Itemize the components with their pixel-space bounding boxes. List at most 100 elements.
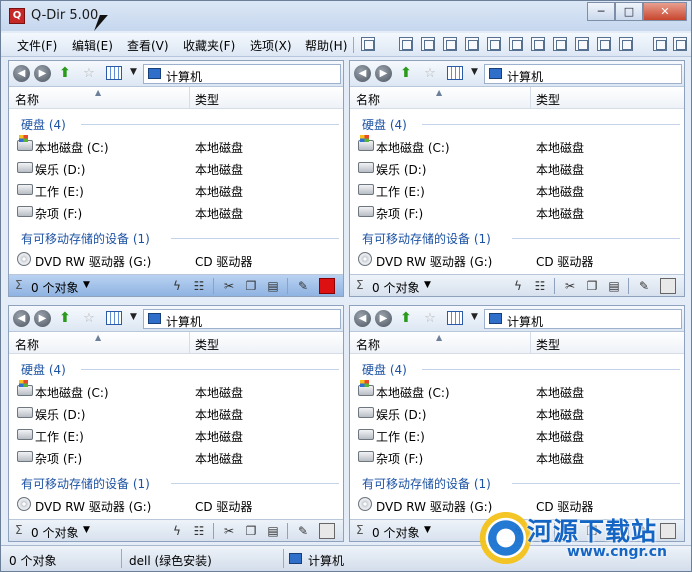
qdir-app-icon[interactable]: Q — [9, 8, 25, 24]
menu-help[interactable]: 帮助(H) — [305, 37, 347, 54]
group-header-removable[interactable]: 有可移动存储的设备 (1) — [21, 475, 150, 492]
up-folder-icon[interactable]: ⬆ — [57, 65, 73, 82]
column-type-header[interactable]: 类型 — [536, 91, 560, 108]
view-mode-icon[interactable] — [106, 311, 122, 325]
group-header-hard-disks[interactable]: 硬盘 (4) — [21, 116, 66, 133]
count-dropdown-icon[interactable]: ▼ — [424, 280, 431, 290]
title-bar[interactable]: Q Q-Dir 5.00 ─ □ ✕ — [1, 1, 691, 31]
list-item[interactable]: 工作 (E:) 本地磁盘 — [350, 424, 684, 446]
pane-color-icon[interactable] — [319, 523, 335, 539]
count-dropdown-icon[interactable]: ▼ — [83, 525, 90, 535]
up-folder-icon[interactable]: ⬆ — [57, 310, 73, 327]
explorer-pane-top-left[interactable]: ◀ ▶ ⬆ ☆ ▼ 计算机 名称 ▲ 类型 硬盘 (4) 本地磁盘 (C:) 本地… — [8, 60, 344, 297]
paste-icon[interactable]: ▤ — [265, 278, 281, 294]
view-mode-icon[interactable] — [447, 66, 463, 80]
properties-icon[interactable]: ☷ — [191, 278, 207, 294]
list-item[interactable]: 工作 (E:) 本地磁盘 — [9, 179, 343, 201]
back-arrow-icon[interactable]: ◀ — [354, 310, 371, 327]
list-item[interactable]: 本地磁盘 (C:) 本地磁盘 — [350, 380, 684, 402]
menu-favorites[interactable]: 收藏夹(F) — [183, 37, 235, 54]
address-bar[interactable]: 计算机 — [143, 64, 341, 84]
column-name-header[interactable]: 名称 — [15, 91, 39, 108]
properties-icon[interactable]: ☷ — [532, 278, 548, 294]
layout-12-icon[interactable] — [653, 37, 667, 51]
forward-arrow-icon[interactable]: ▶ — [34, 310, 51, 327]
copy-icon[interactable]: ❐ — [243, 523, 259, 539]
list-item[interactable]: 本地磁盘 (C:) 本地磁盘 — [9, 380, 343, 402]
group-header-removable[interactable]: 有可移动存储的设备 (1) — [21, 230, 150, 247]
group-header-hard-disks[interactable]: 硬盘 (4) — [362, 361, 407, 378]
pencil-icon[interactable]: ✎ — [636, 278, 652, 294]
close-button[interactable]: ✕ — [643, 2, 687, 21]
column-name-header[interactable]: 名称 — [356, 91, 380, 108]
list-item[interactable]: 杂项 (F:) 本地磁盘 — [9, 201, 343, 223]
count-dropdown-icon[interactable]: ▼ — [83, 280, 90, 290]
view-dropdown-icon[interactable]: ▼ — [130, 67, 137, 77]
favorites-icon[interactable]: ☆ — [422, 65, 438, 82]
list-item[interactable]: 娱乐 (D:) 本地磁盘 — [9, 157, 343, 179]
group-header-removable[interactable]: 有可移动存储的设备 (1) — [362, 475, 491, 492]
list-item[interactable]: 娱乐 (D:) 本地磁盘 — [350, 157, 684, 179]
lightning-icon[interactable]: ϟ — [510, 278, 526, 294]
address-bar[interactable]: 计算机 — [484, 64, 682, 84]
layout-4-icon[interactable] — [465, 37, 479, 51]
list-item[interactable]: 杂项 (F:) 本地磁盘 — [350, 446, 684, 468]
view-dropdown-icon[interactable]: ▼ — [130, 312, 137, 322]
paste-icon[interactable]: ▤ — [606, 278, 622, 294]
column-type-header[interactable]: 类型 — [536, 336, 560, 353]
paste-icon[interactable]: ▤ — [265, 523, 281, 539]
cut-icon[interactable]: ✂ — [221, 278, 237, 294]
up-folder-icon[interactable]: ⬆ — [398, 310, 414, 327]
list-item[interactable]: 娱乐 (D:) 本地磁盘 — [350, 402, 684, 424]
view-mode-icon[interactable] — [106, 66, 122, 80]
list-item[interactable]: 本地磁盘 (C:) 本地磁盘 — [350, 135, 684, 157]
explorer-pane-top-right[interactable]: ◀ ▶ ⬆ ☆ ▼ 计算机 名称 ▲ 类型 硬盘 (4) 本地磁盘 (C:) 本地… — [349, 60, 685, 297]
layout-5-icon[interactable] — [487, 37, 501, 51]
favorites-icon[interactable]: ☆ — [81, 310, 97, 327]
column-divider[interactable] — [530, 332, 531, 354]
column-divider[interactable] — [530, 87, 531, 109]
up-folder-icon[interactable]: ⬆ — [398, 65, 414, 82]
list-item[interactable]: DVD RW 驱动器 (G:) CD 驱动器 — [9, 249, 343, 271]
forward-arrow-icon[interactable]: ▶ — [375, 65, 392, 82]
layout-10-icon[interactable] — [597, 37, 611, 51]
address-bar[interactable]: 计算机 — [143, 309, 341, 329]
list-item[interactable]: 杂项 (F:) 本地磁盘 — [9, 446, 343, 468]
column-type-header[interactable]: 类型 — [195, 91, 219, 108]
list-item[interactable]: 杂项 (F:) 本地磁盘 — [350, 201, 684, 223]
layout-7-icon[interactable] — [531, 37, 545, 51]
layout-1-icon[interactable] — [399, 37, 413, 51]
list-item[interactable]: DVD RW 驱动器 (G:) CD 驱动器 — [350, 249, 684, 271]
list-item[interactable]: 工作 (E:) 本地磁盘 — [9, 424, 343, 446]
menu-options[interactable]: 选项(X) — [250, 37, 292, 54]
explorer-pane-bottom-left[interactable]: ◀ ▶ ⬆ ☆ ▼ 计算机 名称 ▲ 类型 硬盘 (4) 本地磁盘 (C:) 本地… — [8, 305, 344, 542]
lightning-icon[interactable]: ϟ — [169, 523, 185, 539]
pane-color-icon[interactable] — [660, 278, 676, 294]
layout-11-icon[interactable] — [619, 37, 633, 51]
favorites-icon[interactable]: ☆ — [81, 65, 97, 82]
pencil-icon[interactable]: ✎ — [295, 523, 311, 539]
list-item[interactable]: 本地磁盘 (C:) 本地磁盘 — [9, 135, 343, 157]
address-bar[interactable]: 计算机 — [484, 309, 682, 329]
active-pane-color-icon[interactable] — [319, 278, 335, 294]
back-arrow-icon[interactable]: ◀ — [354, 65, 371, 82]
column-type-header[interactable]: 类型 — [195, 336, 219, 353]
layout-9-icon[interactable] — [575, 37, 589, 51]
cut-icon[interactable]: ✂ — [221, 523, 237, 539]
menu-edit[interactable]: 编辑(E) — [72, 37, 113, 54]
list-item[interactable]: DVD RW 驱动器 (G:) CD 驱动器 — [9, 494, 343, 516]
view-dropdown-icon[interactable]: ▼ — [471, 312, 478, 322]
view-mode-icon[interactable] — [447, 311, 463, 325]
list-item[interactable]: 工作 (E:) 本地磁盘 — [350, 179, 684, 201]
group-header-hard-disks[interactable]: 硬盘 (4) — [362, 116, 407, 133]
pencil-icon[interactable]: ✎ — [295, 278, 311, 294]
minimize-button[interactable]: ─ — [587, 2, 615, 21]
group-header-removable[interactable]: 有可移动存储的设备 (1) — [362, 230, 491, 247]
copy-icon[interactable]: ❐ — [243, 278, 259, 294]
count-dropdown-icon[interactable]: ▼ — [424, 525, 431, 535]
layout-13-icon[interactable] — [673, 37, 687, 51]
back-arrow-icon[interactable]: ◀ — [13, 65, 30, 82]
column-divider[interactable] — [189, 87, 190, 109]
lightning-icon[interactable]: ϟ — [169, 278, 185, 294]
layout-8-icon[interactable] — [553, 37, 567, 51]
